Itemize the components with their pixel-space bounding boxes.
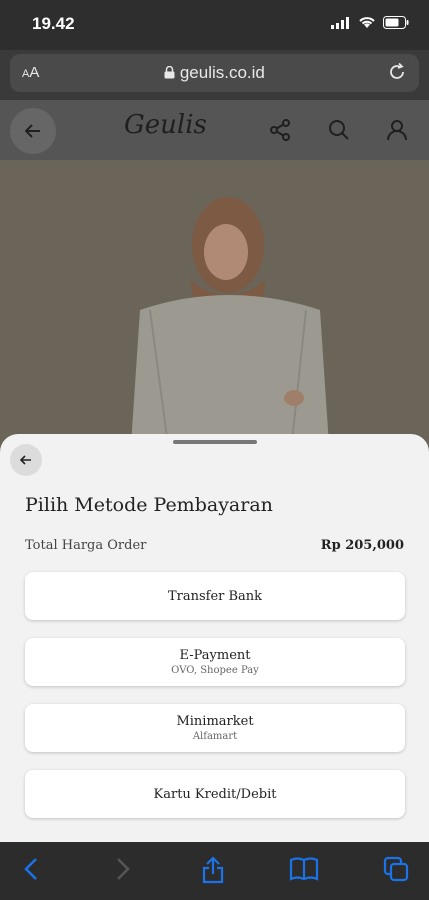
option-label: E-Payment (179, 648, 251, 663)
search-icon[interactable] (327, 118, 351, 142)
status-icons (331, 16, 409, 29)
address-bar[interactable]: AA geulis.co.id (10, 54, 419, 92)
chevron-left-icon[interactable] (22, 856, 40, 882)
reload-icon[interactable] (387, 62, 407, 82)
bookmarks-icon[interactable] (289, 856, 319, 882)
option-label: Transfer Bank (167, 588, 263, 604)
back-button[interactable] (10, 108, 56, 154)
status-bar: 19.42 (0, 0, 429, 50)
site-header: Geulis (0, 100, 429, 160)
total-label: Total Harga Order (25, 538, 147, 553)
total-value: Rp 205,000 (320, 538, 404, 553)
sheet-title: Pilih Metode Pembayaran (25, 494, 273, 516)
option-transfer-bank[interactable]: Transfer Bank (25, 572, 405, 620)
payment-method-sheet: Pilih Metode Pembayaran Total Harga Orde… (0, 434, 429, 844)
option-credit-debit-card[interactable]: Kartu Kredit/Debit (25, 770, 405, 818)
tabs-icon[interactable] (383, 856, 409, 882)
option-e-payment[interactable]: E-Payment OVO, Shopee Pay (25, 638, 405, 686)
arrow-left-icon (20, 455, 31, 465)
product-image (0, 160, 429, 450)
wifi-icon (359, 17, 375, 28)
option-label: Minimarket (176, 714, 254, 729)
model-photo (0, 160, 429, 450)
option-minimarket[interactable]: Minimarket Alfamart (25, 704, 405, 752)
sheet-back-button[interactable] (10, 444, 42, 476)
arrow-left-icon (25, 124, 40, 138)
battery-icon (383, 16, 409, 29)
site-logo[interactable]: Geulis (124, 110, 207, 140)
chevron-right-icon[interactable] (114, 856, 132, 882)
option-label: Kartu Kredit/Debit (153, 786, 277, 802)
option-subtitle: Alfamart (192, 731, 238, 742)
status-time: 19.42 (32, 14, 75, 33)
share-icon[interactable] (201, 856, 225, 884)
signal-icon (331, 16, 349, 29)
sheet-drag-handle[interactable] (173, 440, 257, 444)
user-icon[interactable] (385, 118, 409, 142)
url-text[interactable]: geulis.co.id (10, 63, 419, 83)
option-subtitle: OVO, Shopee Pay (171, 665, 259, 676)
lock-icon (164, 65, 175, 79)
browser-toolbar (0, 842, 429, 900)
share-icon[interactable] (268, 118, 292, 142)
